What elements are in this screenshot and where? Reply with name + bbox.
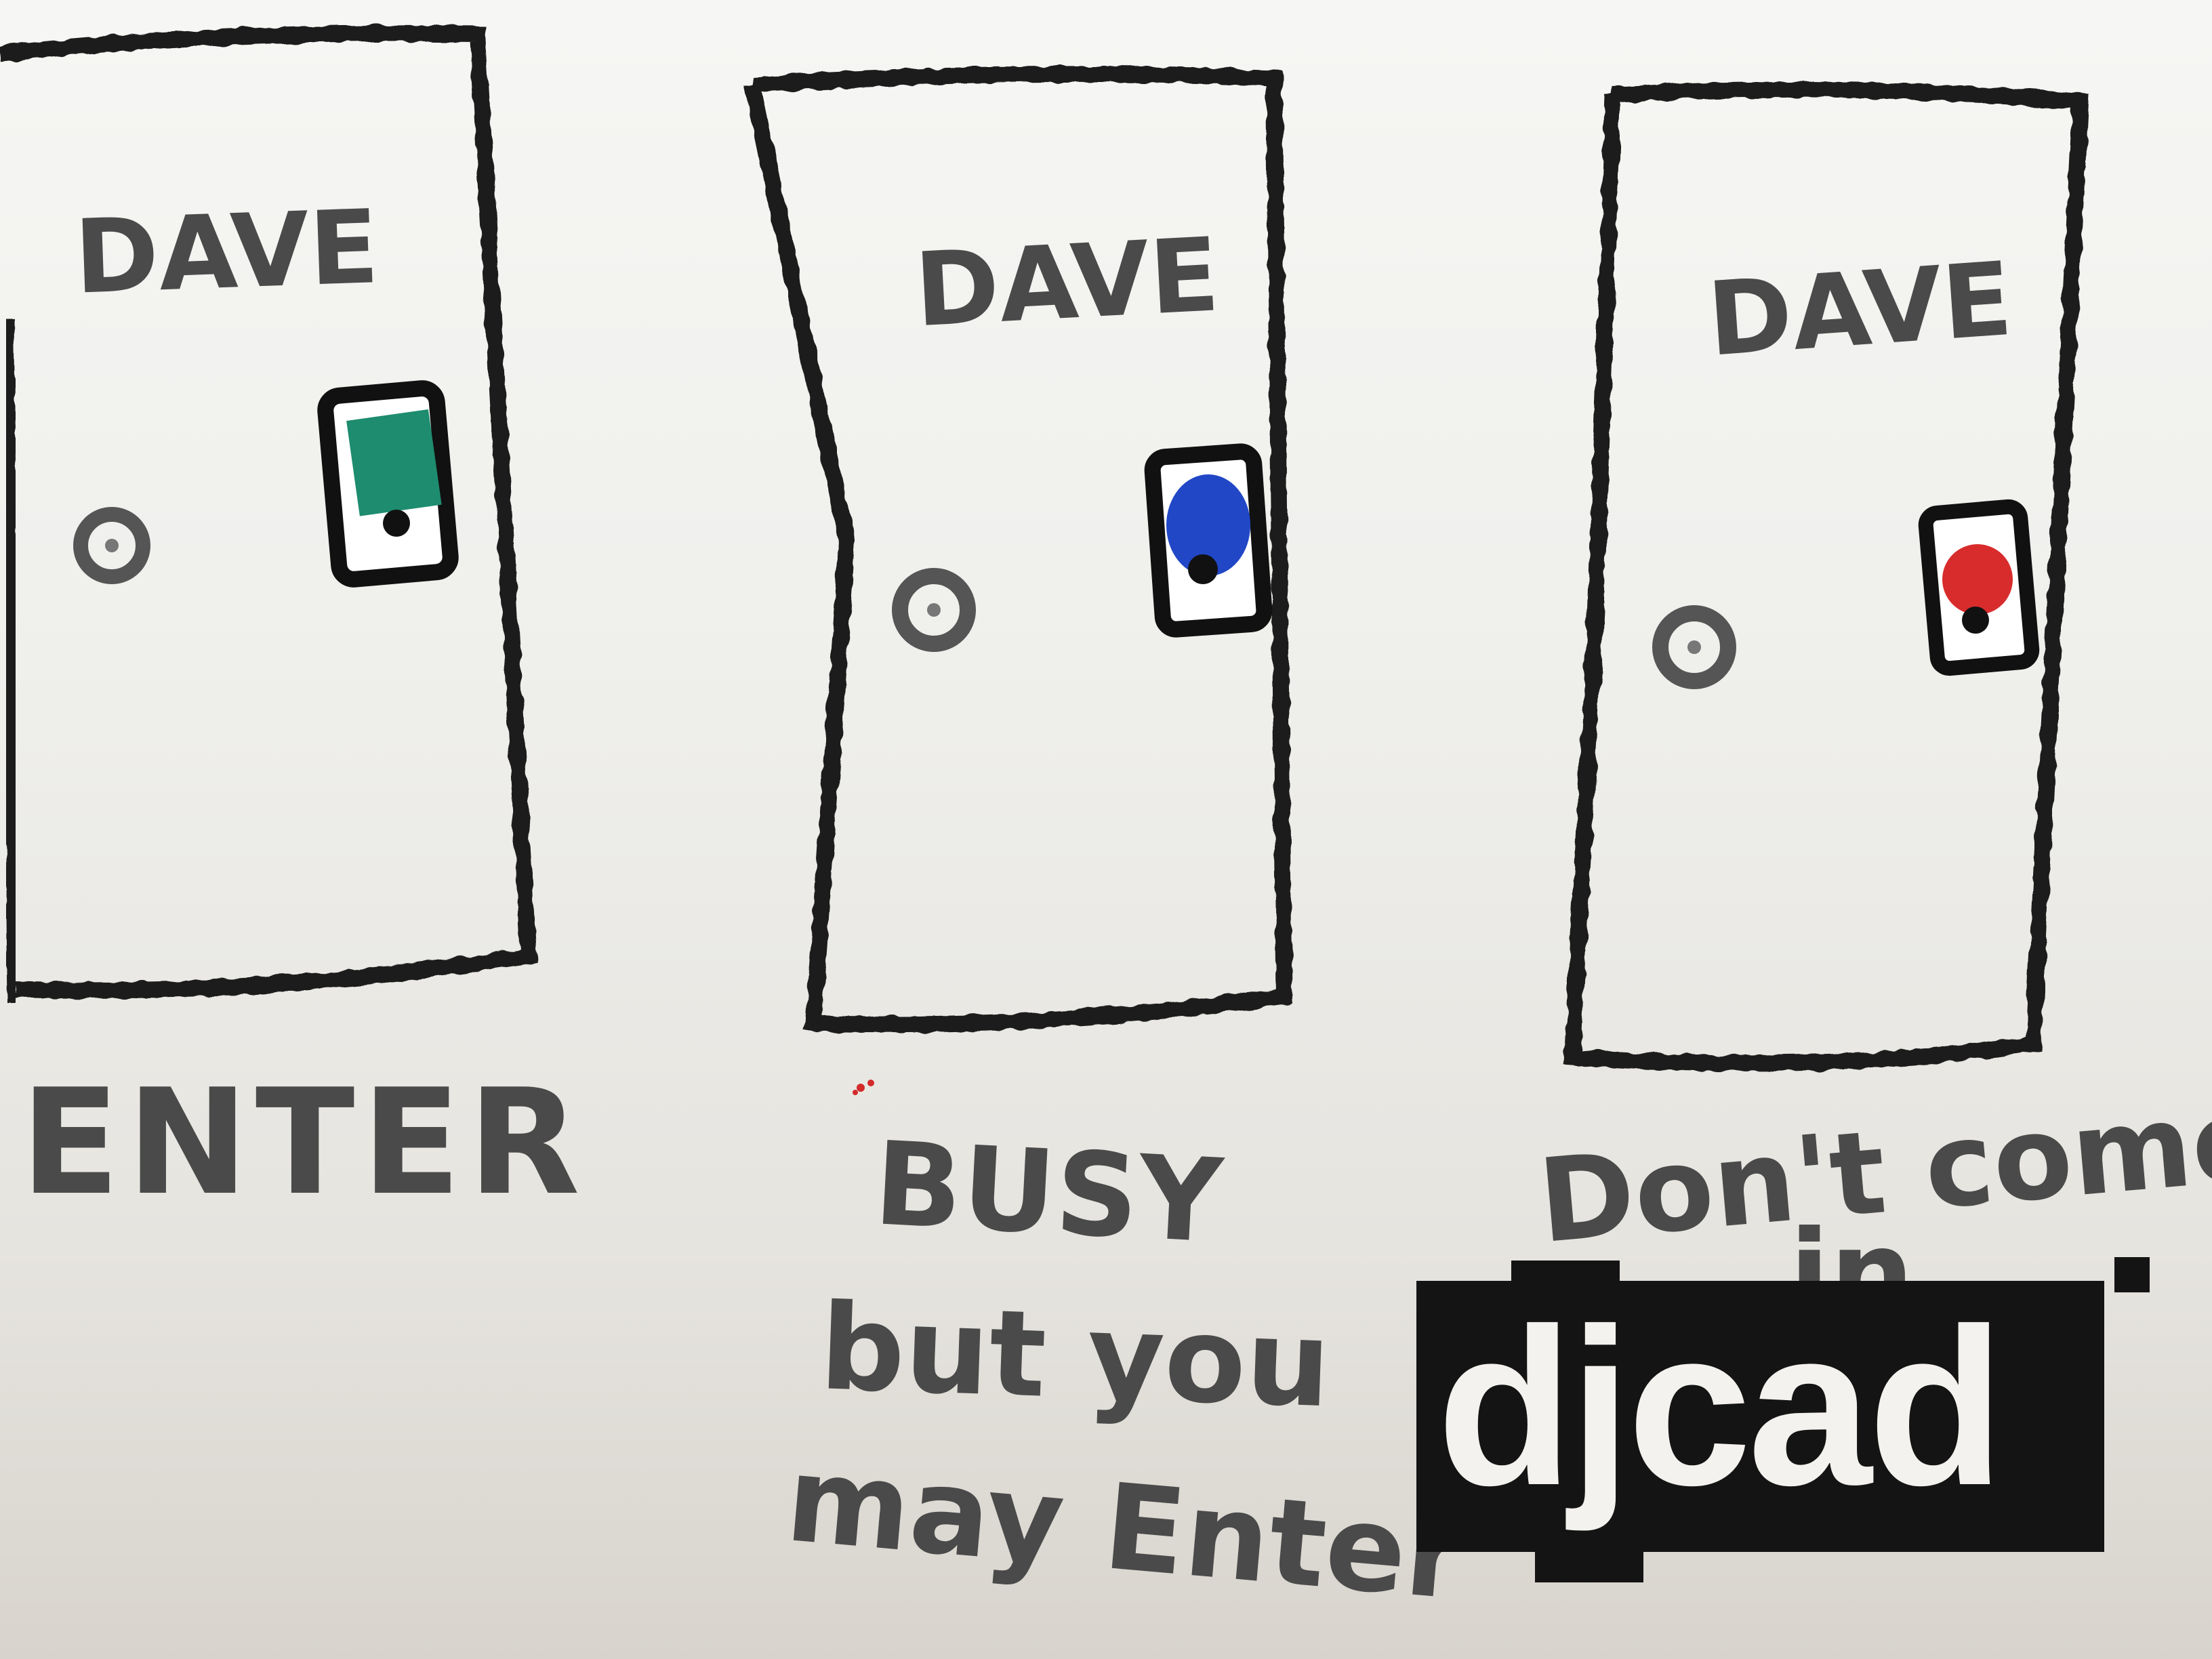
door-knob-center — [927, 603, 941, 617]
djcad-logo: djcad — [1416, 1257, 2150, 1582]
status-indicator-green — [346, 409, 442, 516]
door-name: DAVE — [1704, 241, 2015, 380]
label-enter: ENTER — [20, 1057, 587, 1227]
door-name: DAVE — [73, 188, 381, 317]
indicator-dot — [1188, 554, 1218, 584]
logo-text: djcad — [1437, 1282, 2001, 1533]
door-knob-center — [1687, 640, 1701, 654]
status-indicator-red — [1942, 544, 2013, 615]
door-dont-come-in: DAVE — [1563, 81, 2089, 1071]
door-knob-center — [105, 539, 119, 552]
label-busy: BUSY — [871, 1117, 1227, 1269]
label-may-enter: may Enter — [781, 1431, 1471, 1627]
logo-tab-bottom — [1535, 1545, 1643, 1582]
indicator-dot — [1962, 607, 1989, 634]
label-but-you: but you — [818, 1279, 1333, 1434]
ink-speck — [853, 1080, 874, 1095]
partial-door-edge — [0, 318, 22, 1004]
indicator-dot — [383, 510, 410, 537]
door-enter: DAVE — [0, 25, 537, 999]
door-busy: DAVE — [744, 66, 1293, 1033]
drawing-canvas: DAVE DAVE DAVE ENTER BUSY but you may En… — [0, 25, 2212, 1627]
logo-square-mark — [2114, 1257, 2150, 1292]
door-name: DAVE — [912, 216, 1222, 350]
